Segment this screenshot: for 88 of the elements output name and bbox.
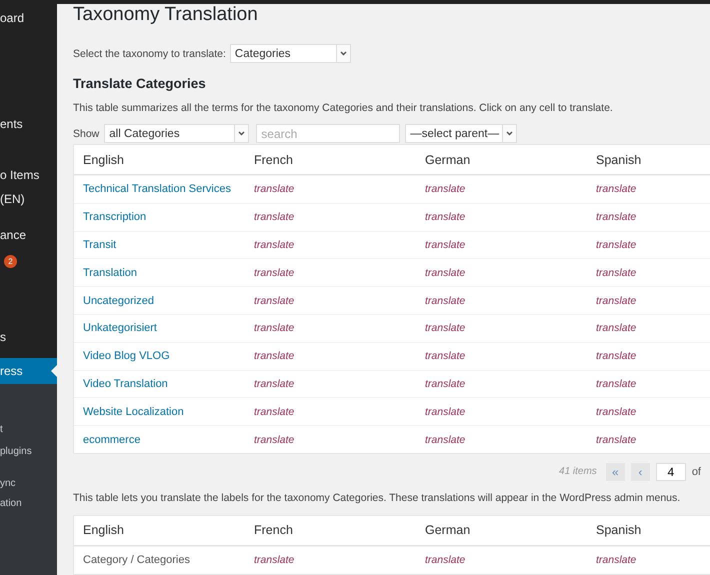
translate-link[interactable]: translate: [254, 554, 294, 566]
sidebar-item-label: ance: [0, 228, 26, 242]
translate-link[interactable]: translate: [425, 434, 466, 446]
term-link[interactable]: Website Localization: [83, 406, 184, 418]
translate-link[interactable]: translate: [254, 350, 294, 362]
column-header: English: [82, 522, 125, 540]
column-header: Spanish: [595, 522, 642, 540]
chevron-down-icon: [238, 131, 246, 136]
sidebar-item-label: o Items: [0, 168, 40, 182]
search-field[interactable]: search: [256, 124, 400, 143]
translate-link[interactable]: translate: [425, 266, 466, 279]
translate-link[interactable]: translate: [596, 294, 636, 307]
sidebar-item[interactable]: oard: [0, 5, 57, 31]
column-header: English: [82, 152, 125, 169]
translate-link[interactable]: translate: [254, 406, 294, 418]
term-link[interactable]: Unkategorisiert: [83, 322, 157, 334]
sidebar-item-label: s: [0, 330, 6, 344]
translate-link[interactable]: translate: [596, 378, 636, 390]
sidebar-item[interactable]: 2: [0, 248, 57, 274]
sidebar-item[interactable]: ents: [0, 111, 57, 137]
term-link[interactable]: ecommerce: [83, 434, 140, 446]
term-link[interactable]: Translation: [83, 266, 138, 279]
translate-link[interactable]: translate: [425, 378, 466, 390]
term-link[interactable]: Transit: [83, 238, 116, 251]
translate-link[interactable]: translate: [254, 378, 294, 390]
term-label: Category / Categories: [83, 554, 190, 566]
translate-link[interactable]: translate: [596, 266, 636, 279]
section-title: Translate Categories: [73, 76, 207, 91]
submenu-item[interactable]: ync: [0, 478, 16, 489]
translate-link[interactable]: translate: [254, 322, 294, 334]
term-link[interactable]: Video Blog VLOG: [83, 350, 170, 362]
column-header: French: [253, 522, 294, 540]
page-total: of: [692, 466, 701, 478]
translate-link[interactable]: translate: [254, 211, 294, 224]
chevron-down-icon: [340, 51, 347, 56]
page-title: Taxonomy Translation: [73, 4, 259, 27]
sidebar-item-label: ents: [0, 117, 23, 131]
translate-link[interactable]: translate: [425, 183, 466, 196]
parent-select[interactable]: —select parent—: [405, 124, 518, 143]
page-number-field[interactable]: 4: [656, 462, 686, 481]
translate-link[interactable]: translate: [596, 350, 636, 362]
sidebar-item-label: oard: [0, 11, 24, 25]
translate-link[interactable]: translate: [254, 434, 294, 446]
translate-link[interactable]: translate: [425, 322, 466, 334]
show-select[interactable]: all Categories: [104, 124, 250, 143]
sidebar-item[interactable]: ress: [0, 358, 57, 384]
term-link[interactable]: Technical Translation Services: [83, 183, 231, 196]
labels-description: This table lets you translate the labels for the taxonomy Categories. These translations will appear in the WordPress admin menus.: [73, 492, 682, 504]
column-header: German: [424, 522, 472, 540]
translate-link[interactable]: translate: [254, 294, 294, 307]
taxonomy-label: Select the taxonomy to translate:: [73, 48, 226, 60]
table-description: This table summarizes all the terms for the taxonomy Categories and their translations. Click on any cell to translate.: [73, 102, 614, 114]
column-header: German: [424, 152, 472, 168]
translate-link[interactable]: translate: [425, 211, 466, 224]
translate-link[interactable]: translate: [254, 238, 294, 251]
column-header: French: [253, 152, 294, 168]
translate-link[interactable]: translate: [596, 183, 636, 196]
term-link[interactable]: Transcription: [83, 211, 146, 224]
term-link[interactable]: Video Translation: [83, 378, 168, 390]
translate-link[interactable]: translate: [596, 434, 636, 446]
translate-link[interactable]: translate: [596, 322, 636, 334]
translate-link[interactable]: translate: [425, 294, 466, 307]
submenu-item[interactable]: plugins: [0, 446, 32, 457]
notification-badge: 2: [4, 254, 17, 268]
translate-link[interactable]: translate: [596, 406, 636, 418]
sidebar-item-label: ress: [0, 364, 23, 378]
translate-link[interactable]: translate: [596, 211, 636, 224]
sidebar-item[interactable]: s: [0, 324, 57, 350]
show-label: Show: [73, 128, 100, 140]
translate-link[interactable]: translate: [596, 554, 636, 566]
translate-link[interactable]: translate: [425, 554, 466, 566]
translate-link[interactable]: translate: [254, 183, 294, 196]
term-link[interactable]: Uncategorized: [83, 294, 154, 307]
taxonomy-select[interactable]: Categories: [230, 44, 351, 63]
submenu-item[interactable]: ation: [0, 498, 22, 509]
sidebar-item-label: (EN): [0, 192, 25, 206]
column-header: Spanish: [595, 152, 642, 169]
item-count: 41 items: [559, 466, 597, 478]
translate-link[interactable]: translate: [596, 238, 636, 251]
translate-link[interactable]: translate: [254, 266, 294, 279]
translate-link[interactable]: translate: [425, 406, 466, 418]
submenu-item[interactable]: t: [0, 424, 3, 435]
translate-link[interactable]: translate: [425, 238, 466, 251]
sidebar-item[interactable]: o Items: [0, 162, 57, 188]
translate-link[interactable]: translate: [425, 350, 466, 362]
sidebar-item[interactable]: ance: [0, 222, 57, 248]
chevron-down-icon: [506, 131, 514, 136]
sidebar-item[interactable]: (EN): [0, 186, 57, 212]
